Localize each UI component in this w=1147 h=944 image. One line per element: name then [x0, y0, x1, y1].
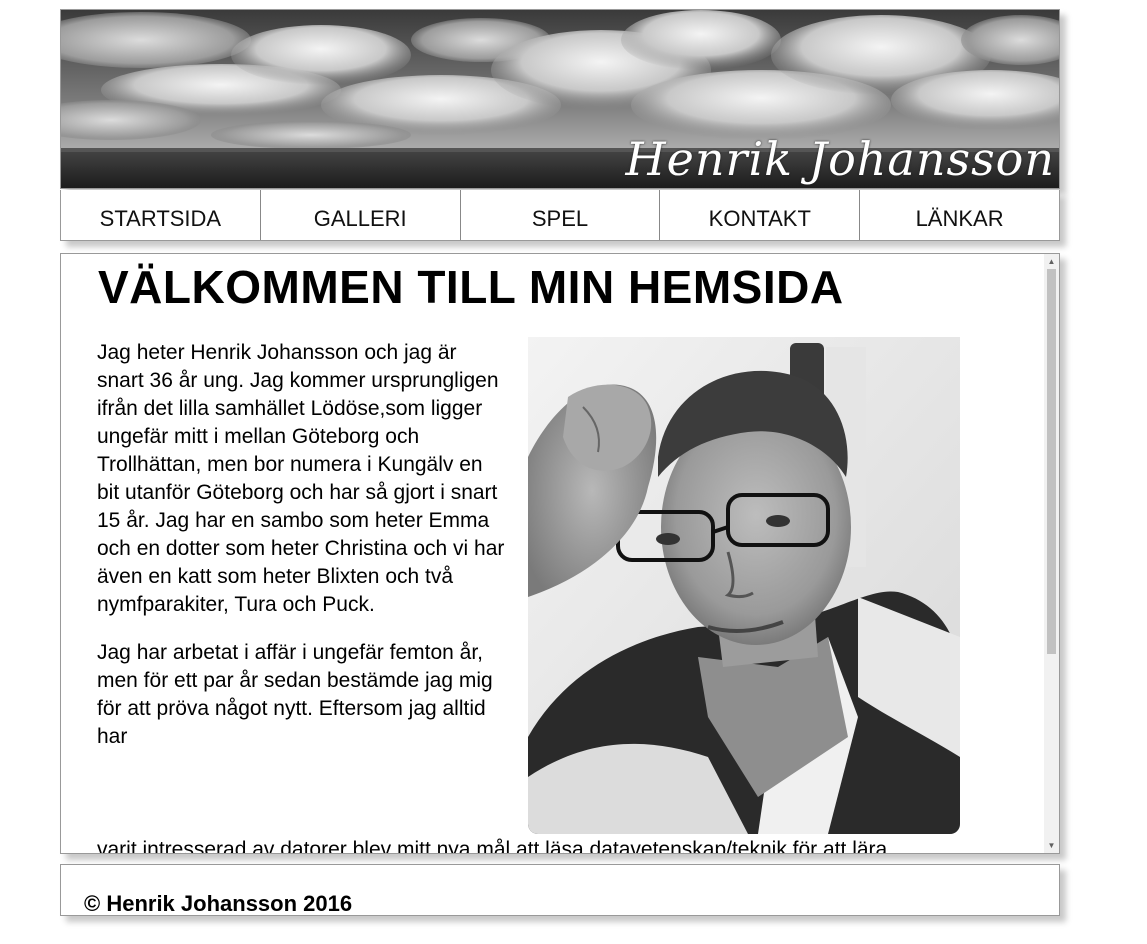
nav-item-kontakt[interactable]: KONTAKT [660, 190, 861, 240]
scroll-thumb[interactable] [1047, 269, 1056, 654]
portrait-photo [528, 337, 960, 834]
main-scroll-area: VÄLKOMMEN TILL MIN HEMSIDA Jag heter Hen… [61, 254, 1045, 853]
main-content[interactable]: VÄLKOMMEN TILL MIN HEMSIDA Jag heter Hen… [60, 253, 1060, 854]
paragraph-intro: Jag heter Henrik Johansson och jag är sn… [97, 341, 505, 616]
header-banner: Henrik Johansson [60, 9, 1060, 189]
main-nav: STARTSIDA GALLERI SPEL KONTAKT LÄNKAR [60, 190, 1060, 241]
scroll-down-arrow-icon[interactable]: ▼ [1044, 838, 1059, 853]
copyright-text: © Henrik Johansson 2016 [84, 891, 353, 916]
nav-item-lankar[interactable]: LÄNKAR [860, 190, 1059, 240]
scroll-up-arrow-icon[interactable]: ▲ [1044, 254, 1059, 269]
footer: © Henrik Johansson 2016 [60, 864, 1060, 916]
nav-item-startsida[interactable]: STARTSIDA [61, 190, 261, 240]
nav-item-spel[interactable]: SPEL [461, 190, 661, 240]
page: Henrik Johansson STARTSIDA GALLERI SPEL … [0, 0, 1147, 944]
site-title: Henrik Johansson [625, 132, 1055, 186]
content-scrollbar[interactable]: ▲ ▼ [1044, 254, 1059, 853]
page-heading: VÄLKOMMEN TILL MIN HEMSIDA [98, 261, 844, 313]
intro-text: Jag heter Henrik Johansson och jag är sn… [97, 339, 507, 771]
nav-item-galleri[interactable]: GALLERI [261, 190, 461, 240]
paragraph-work: Jag har arbetat i affär i ungefär femton… [97, 641, 493, 748]
paragraph-work-continued: varit intresserad av datorer blev mitt n… [97, 838, 888, 853]
